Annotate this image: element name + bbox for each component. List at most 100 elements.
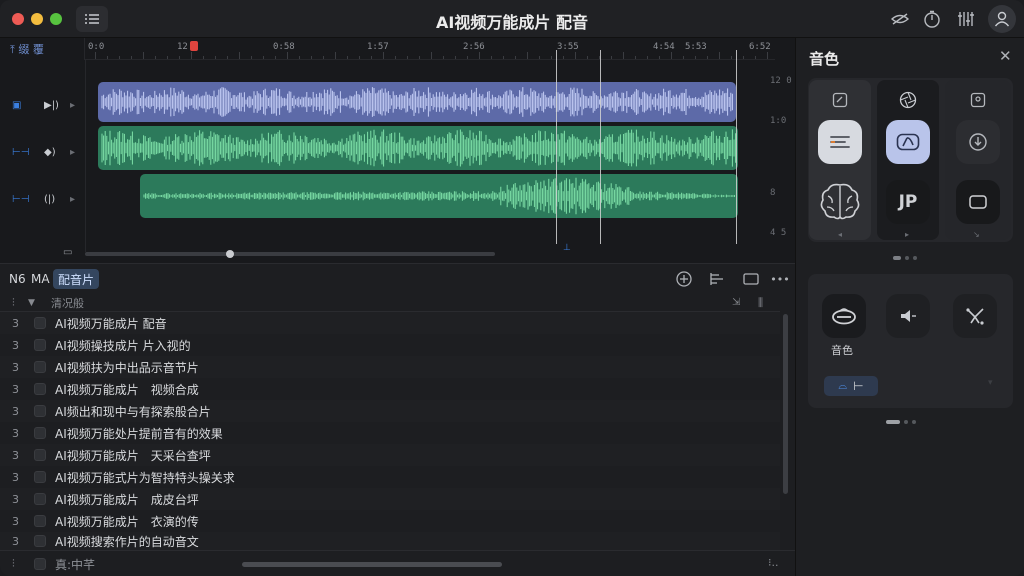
list-item[interactable]: 3 AI视频万能成片 视频合成 (0, 378, 780, 400)
marker-line[interactable] (556, 50, 557, 244)
list-item[interactable]: 3 AI视频万能成片 配音 (0, 312, 780, 334)
row-checkbox[interactable] (34, 317, 46, 329)
timer-icon[interactable] (920, 7, 944, 31)
footer-icon[interactable]: ⫶ (12, 557, 15, 571)
voice-chip[interactable]: ⌓ ⊢ (824, 376, 878, 396)
chevron-right-icon[interactable]: ▸ (70, 147, 75, 158)
image-icon[interactable] (956, 86, 1000, 114)
list-item[interactable]: 3 AI视频万能式片为智持特头操关求 (0, 466, 780, 488)
chevron-down-icon[interactable]: ▼ (28, 298, 35, 308)
list-item[interactable]: 3 AI视频万能成片 衣演的传 (0, 510, 780, 532)
chevron-right-icon[interactable]: ▸ (905, 230, 909, 239)
hide-icon[interactable] (888, 7, 912, 31)
playhead-marker[interactable] (190, 41, 198, 51)
aperture-icon[interactable] (886, 86, 930, 114)
more-icon[interactable]: ⁝.. (768, 556, 779, 569)
track-music2-control[interactable]: (|) (44, 194, 55, 205)
window-icon[interactable] (742, 270, 760, 288)
chevron-left-icon[interactable]: ◂ (838, 230, 842, 239)
wave-curve-icon[interactable] (886, 120, 930, 164)
waveform-music2 (143, 177, 735, 215)
edit-icon[interactable] (818, 86, 862, 114)
waveform-music1 (101, 129, 737, 167)
voice-chip-icon: ⌓ (838, 379, 848, 392)
app-window: AI视频万能成片 配音 ⤒ 缀 覆 0:0 12 0:58 1:57 2:56 3:55 4… (0, 0, 1024, 576)
tab-voiceover-clips[interactable]: 配音片 (53, 269, 100, 289)
list-item[interactable]: 3 AI视频操技成片 片入视的 (0, 334, 780, 356)
list-item[interactable]: 3 AI视频万能成片 天采台查坪 (0, 444, 780, 466)
chevron-right-icon[interactable]: ▸ (70, 194, 75, 205)
page-indicator[interactable] (886, 420, 916, 424)
ruler-tick (167, 56, 168, 59)
track-header-label[interactable]: ⤒ 缀 覆 (0, 38, 85, 60)
ruler-tick (623, 52, 624, 59)
ruler-tick (227, 56, 228, 59)
footer-checkbox[interactable] (34, 558, 46, 570)
frame-icon[interactable] (956, 180, 1000, 224)
equalizer-icon[interactable] (954, 7, 978, 31)
list-item[interactable]: 3 AI视频万能处片提前音有的效果 (0, 422, 780, 444)
download-icon[interactable] (956, 120, 1000, 164)
row-title: AI频出和现中与有探索般合片 (55, 404, 211, 419)
account-avatar[interactable] (988, 5, 1016, 33)
list-item[interactable]: 3 AI视频搜索作片的自动音文 (0, 532, 780, 550)
page-indicator[interactable] (893, 256, 917, 260)
ruler-tick (323, 56, 324, 59)
columns-icon[interactable]: ⫼ (758, 296, 763, 310)
row-checkbox[interactable] (34, 493, 46, 505)
folder-icon[interactable]: ▭ (63, 247, 72, 258)
ruler-tick (515, 56, 516, 59)
row-checkbox[interactable] (34, 339, 46, 351)
tab-ma[interactable]: MA (26, 269, 55, 289)
ruler-tick (383, 52, 384, 59)
row-checkbox[interactable] (34, 361, 46, 373)
list-scrollbar[interactable] (783, 314, 788, 494)
brain-icon[interactable] (815, 178, 865, 224)
close-icon[interactable]: ✕ (999, 47, 1012, 65)
text-lines-icon[interactable] (818, 120, 862, 164)
chevron-down-icon[interactable]: ▾ (988, 378, 993, 388)
row-checkbox[interactable] (34, 427, 46, 439)
layout-icon[interactable] (708, 270, 726, 288)
speaker-icon[interactable] (886, 294, 930, 338)
close-window-button[interactable] (12, 13, 24, 25)
chevron-right-icon[interactable]: ↘ (973, 230, 980, 239)
zoom-window-button[interactable] (50, 13, 62, 25)
row-checkbox[interactable] (34, 449, 46, 461)
time-ruler[interactable]: 0:0 12 0:58 1:57 2:56 3:55 4:54 5:53 6:52 (85, 38, 775, 60)
chevron-right-icon[interactable]: ▸ (70, 100, 75, 111)
ruler-tick (659, 56, 660, 59)
row-checkbox[interactable] (34, 515, 46, 527)
sidebar-toggle-button[interactable] (76, 6, 108, 32)
list-item[interactable]: 3 AI视频万能成片 成皮台坪 (0, 488, 780, 510)
more-icon[interactable]: ••• (770, 270, 789, 288)
list-item[interactable]: 3 AI视频扶为中出品示音节片 (0, 356, 780, 378)
pitch-curve-icon[interactable] (953, 294, 997, 338)
row-checkbox[interactable] (34, 535, 46, 547)
ruler-tick (203, 56, 204, 59)
add-icon[interactable] (675, 270, 693, 288)
list-horizontal-scrollbar[interactable] (242, 562, 502, 567)
row-checkbox[interactable] (34, 471, 46, 483)
track-music1-control[interactable]: ◆) (44, 147, 56, 158)
list-item[interactable]: 3 AI频出和现中与有探索般合片 (0, 400, 780, 422)
timeline-scroll-knob[interactable] (226, 250, 234, 258)
row-checkbox[interactable] (34, 405, 46, 417)
ruler-label: 6:52 (749, 42, 771, 52)
track-voice-control[interactable]: ▶|) (44, 100, 59, 111)
audio-clip-music1[interactable] (98, 126, 738, 170)
row-title: AI视频万能式片为智持特头操关求 (55, 470, 235, 485)
voice-preview-icon[interactable] (822, 294, 866, 338)
marker-line[interactable] (600, 50, 601, 244)
clip-end-line[interactable] (736, 50, 737, 244)
jp-icon[interactable]: JP (886, 180, 930, 224)
timbre-caption: 音色 (831, 344, 853, 357)
playhead-bottom-icon[interactable]: ⊥ (563, 243, 571, 253)
row-number: 3 (12, 492, 19, 506)
timeline-scrollbar[interactable] (85, 252, 495, 256)
row-checkbox[interactable] (34, 383, 46, 395)
audio-clip-voice[interactable] (98, 82, 736, 122)
sort-icon[interactable]: ⇲ (732, 297, 740, 308)
audio-clip-music2[interactable] (140, 174, 738, 218)
minimize-window-button[interactable] (31, 13, 43, 25)
